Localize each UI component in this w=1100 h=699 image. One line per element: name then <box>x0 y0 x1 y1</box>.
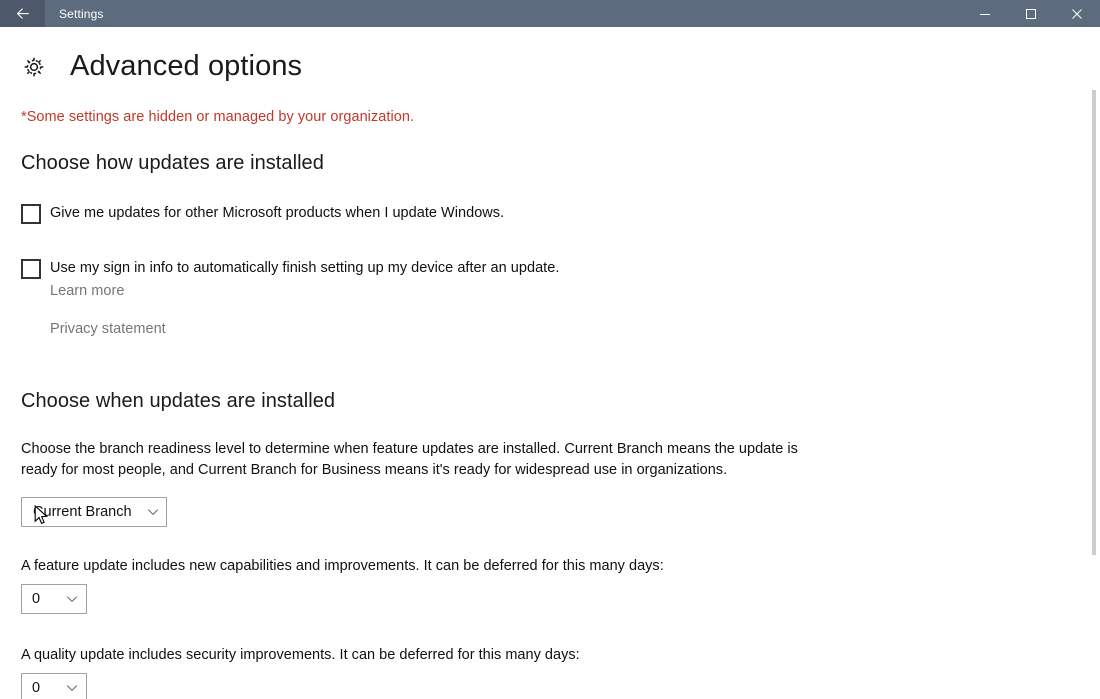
page-header: Advanced options <box>0 52 1100 81</box>
checkbox-microsoft-products[interactable] <box>21 204 41 224</box>
window-title: Settings <box>59 6 104 21</box>
minimize-button[interactable] <box>962 0 1008 27</box>
checkbox-label-microsoft-products: Give me updates for other Microsoft prod… <box>50 205 505 221</box>
checkbox-sign-in-info[interactable] <box>21 259 41 279</box>
learn-more-link[interactable]: Learn more <box>50 283 124 299</box>
chevron-down-icon <box>146 505 160 519</box>
close-icon <box>1071 8 1083 20</box>
branch-readiness-value: Current Branch <box>33 504 132 520</box>
feature-update-defer-dropdown[interactable]: 0 <box>21 584 87 614</box>
chevron-down-icon <box>65 592 79 606</box>
minimize-icon <box>979 8 991 20</box>
quality-update-label: A quality update includes security impro… <box>21 647 580 663</box>
window-controls <box>962 0 1100 27</box>
feature-update-defer-value: 0 <box>32 591 41 607</box>
section-heading-how-updates-installed: Choose how updates are installed <box>21 152 324 174</box>
quality-update-defer-dropdown[interactable]: 0 <box>21 673 87 699</box>
sub-links-block: Learn more Privacy statement <box>0 279 1100 338</box>
gear-icon <box>20 53 48 81</box>
title-bar: Settings <box>0 0 1100 27</box>
quality-update-defer-value: 0 <box>32 680 41 696</box>
settings-window: Settings Advanced options *Some settings… <box>0 0 1100 699</box>
checkbox-row-sign-in-info[interactable]: Use my sign in info to automatically fin… <box>0 258 1100 279</box>
checkbox-label-sign-in-info: Use my sign in info to automatically fin… <box>50 260 560 276</box>
feature-update-label: A feature update includes new capabiliti… <box>21 558 664 574</box>
maximize-button[interactable] <box>1008 0 1054 27</box>
chevron-down-icon <box>65 681 79 695</box>
titlebar-spacer <box>104 0 962 27</box>
section-heading-when-updates-installed: Choose when updates are installed <box>21 390 336 412</box>
privacy-statement-link[interactable]: Privacy statement <box>50 321 166 337</box>
vertical-scrollbar-track[interactable] <box>1088 27 1100 699</box>
branch-readiness-description: Choose the branch readiness level to det… <box>21 441 798 478</box>
maximize-icon <box>1025 8 1037 20</box>
checkbox-row-microsoft-products[interactable]: Give me updates for other Microsoft prod… <box>0 203 1100 224</box>
branch-readiness-dropdown[interactable]: Current Branch <box>21 497 167 527</box>
close-button[interactable] <box>1054 0 1100 27</box>
page-title: Advanced options <box>70 50 303 82</box>
managed-by-organization-warning: *Some settings are hidden or managed by … <box>21 109 415 125</box>
back-button[interactable] <box>0 0 45 27</box>
arrow-left-icon <box>15 6 31 22</box>
settings-content: Advanced options *Some settings are hidd… <box>0 27 1100 699</box>
vertical-scrollbar-thumb[interactable] <box>1092 90 1096 555</box>
